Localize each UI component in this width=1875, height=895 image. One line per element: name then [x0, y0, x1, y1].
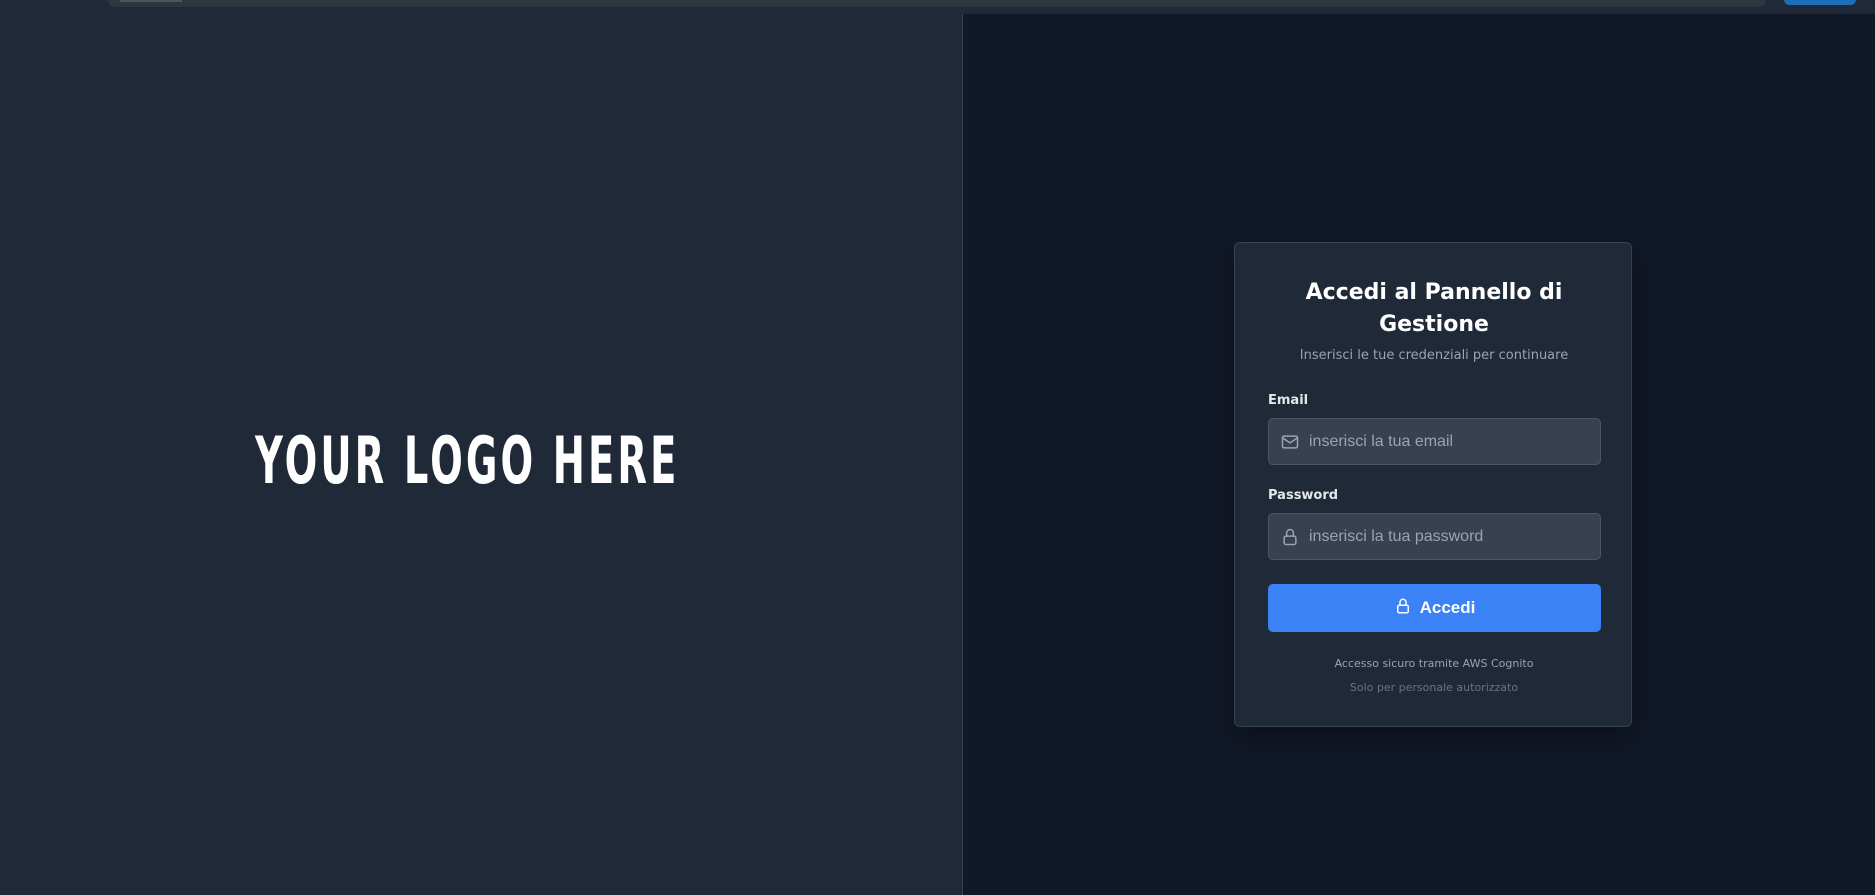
- lock-icon: [1280, 527, 1300, 547]
- login-button[interactable]: Accedi: [1268, 584, 1601, 632]
- password-input[interactable]: [1309, 514, 1594, 559]
- login-button-label: Accedi: [1419, 598, 1476, 617]
- login-button-content: Accedi: [1268, 584, 1601, 632]
- secure-access-note: Accesso sicuro tramite AWS Cognito: [1334, 657, 1534, 670]
- login-subtitle: Inserisci le tue credenziali per continu…: [1299, 348, 1569, 363]
- authorized-only-note: Solo per personale autorizzato: [1349, 681, 1519, 694]
- password-label: Password: [1268, 488, 1339, 503]
- password-input-wrapper[interactable]: [1268, 513, 1601, 560]
- branding-panel: YOUR LOGO HERE: [0, 14, 963, 895]
- login-page: YOUR LOGO HERE Accedi al Pannello di Ges…: [0, 0, 1875, 895]
- browser-action-button: [1784, 0, 1856, 5]
- mail-icon: [1280, 432, 1300, 452]
- lock-icon: [1394, 597, 1412, 620]
- login-card: Accedi al Pannello di Gestione Inserisci…: [1234, 242, 1632, 727]
- logo-text: YOUR LOGO HERE: [255, 421, 680, 499]
- email-input[interactable]: [1309, 419, 1594, 464]
- browser-address-bar: [108, 0, 1766, 7]
- email-label: Email: [1268, 393, 1309, 408]
- email-input-wrapper[interactable]: [1268, 418, 1601, 465]
- browser-top-strip: [0, 0, 1875, 14]
- login-title: Accedi al Pannello di Gestione: [1305, 280, 1563, 337]
- logo-placeholder: YOUR LOGO HERE: [255, 403, 676, 519]
- browser-tab-indicator: [120, 0, 182, 2]
